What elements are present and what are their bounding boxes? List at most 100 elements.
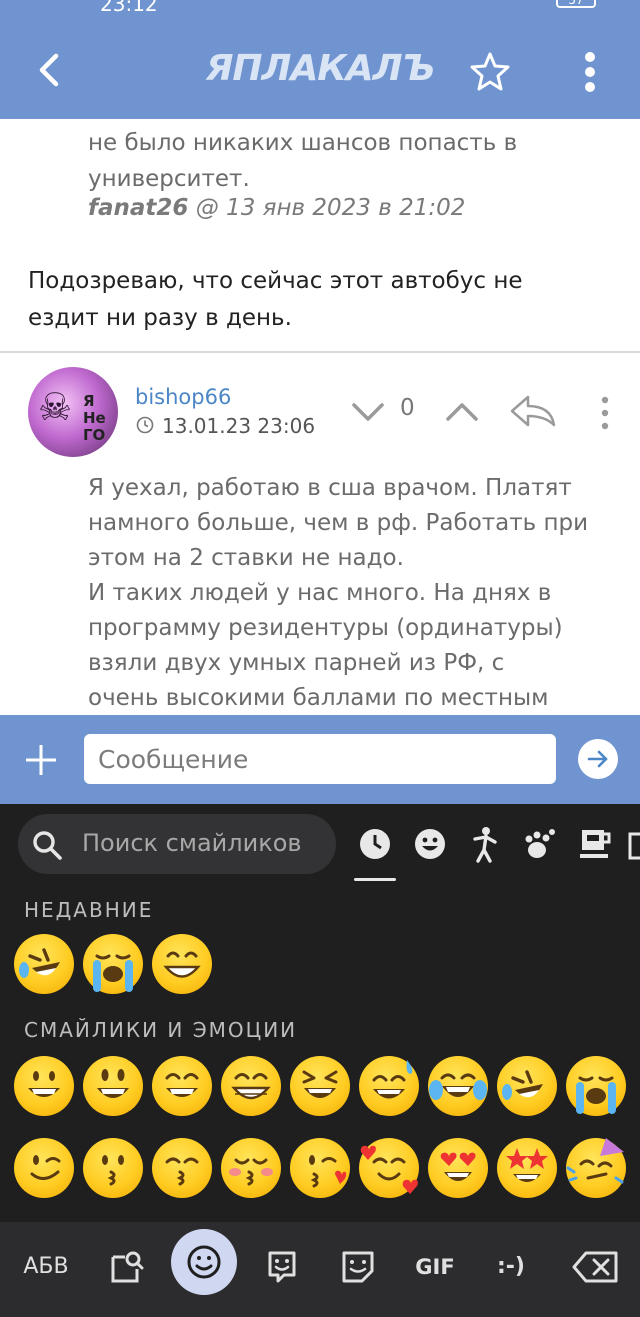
status-time: 23:12 [100,0,158,16]
emoji-kissing[interactable] [83,1138,143,1198]
post-username[interactable]: bishop66 [135,385,231,409]
overflow-menu-button[interactable] [572,48,608,96]
kissing-smiling-eyes-emoji-icon [165,1157,199,1186]
grinning-emoji-icon [28,1071,60,1097]
wink-emoji-icon [30,1155,61,1180]
laughing-emoji-icon [302,1070,338,1098]
category-recent[interactable] [355,824,395,864]
post-menu-button[interactable] [594,393,616,433]
emoji-kissing-smiling-eyes[interactable] [152,1138,212,1198]
emoji-search-placeholder: Поиск смайликов [82,829,302,857]
keyboard-toolbar: АБВ GIF:-) [0,1222,640,1317]
category-people[interactable] [465,824,505,864]
coffee-cup-icon [580,830,611,858]
vote-count: 0 [400,395,415,421]
emoji-heart-eyes[interactable] [428,1138,488,1198]
smiley-icon [415,829,445,859]
person-walking-icon [473,827,497,863]
message-composer [0,715,640,804]
avatar[interactable]: ☠ Я Не ГО [28,367,118,457]
chevron-up-icon [446,403,478,421]
emoji-smiley[interactable] [83,1056,143,1116]
sticker-search-button[interactable] [104,1242,150,1292]
category-food[interactable] [575,824,615,864]
star-struck-emoji-icon [506,1148,548,1182]
sob-emoji-icon [93,954,133,992]
app-header: ЯПЛАКАЛЪ [0,22,640,119]
attach-button[interactable] [22,741,60,779]
previous-reply-text: Подозреваю, что сейчас этот автобус не е… [28,268,523,331]
clock-icon [360,829,390,859]
emoji-partying[interactable] [566,1138,626,1198]
favorite-button[interactable] [468,50,512,94]
more-vertical-icon [585,52,595,92]
site-logo[interactable]: ЯПЛАКАЛЪ [195,48,445,92]
kissing-emoji-icon [102,1155,124,1186]
emoji-wink[interactable] [14,1138,74,1198]
search-icon [33,831,62,860]
post-timestamp: 13.01.23 23:06 [162,414,316,438]
emoji-smiling-hearts[interactable] [359,1138,419,1198]
smile-emoji-icon [165,1073,199,1097]
thread-content: не было никаких шансов попасть в универс… [0,119,640,715]
send-button[interactable] [578,739,618,779]
emoji-sob[interactable] [83,934,143,994]
more-vertical-icon [601,396,609,430]
status-bar: 23:12 57 [0,0,640,22]
emoji-laughing[interactable] [290,1056,350,1116]
message-input[interactable] [84,734,556,784]
post-divider [0,351,640,353]
emoji-grinning[interactable] [14,1056,74,1116]
gif-button[interactable]: GIF [408,1242,462,1292]
building-icon [628,832,640,860]
emoji-smile[interactable] [152,1056,212,1116]
emoji-beaming[interactable] [221,1056,281,1116]
emoji-kissing-closed-eyes[interactable] [221,1138,281,1198]
alphabet-keyboard-button[interactable]: АБВ [14,1242,78,1292]
quoted-text: не было никаких шансов попасть в универс… [88,130,518,192]
sticker-button[interactable] [338,1242,378,1292]
active-category-indicator [354,878,396,881]
quote-author[interactable]: fanat26 [88,195,188,221]
arrow-right-icon [587,750,608,768]
backspace-button[interactable] [568,1242,622,1292]
category-smileys[interactable] [410,824,450,864]
emoji-tab-icon [187,1245,221,1279]
kissing-heart-emoji-icon [309,1155,347,1188]
emoticon-button[interactable]: :-) [488,1242,534,1292]
emoji-star-struck[interactable] [497,1138,557,1198]
sweat-smile-emoji-icon [372,1060,413,1099]
kissing-closed-eyes-emoji-icon [229,1158,273,1186]
bitmoji-button[interactable] [262,1242,302,1292]
heart-eyes-emoji-icon [440,1152,476,1181]
reply-button[interactable] [508,393,558,429]
emoji-grin[interactable] [152,934,212,994]
chevron-left-icon [39,53,59,87]
post-body: Я уехал, работаю в сша врачом. Платят на… [88,475,589,711]
chevron-down-icon [352,403,384,421]
vote-up-button[interactable] [442,397,482,427]
emoji-joy[interactable] [428,1056,488,1116]
quote-date: @ 13 янв 2023 в 21:02 [188,195,466,221]
back-button[interactable] [30,48,70,92]
vote-down-button[interactable] [348,397,388,427]
emoji-rofl[interactable] [14,934,74,994]
emoji-sweat-smile[interactable] [359,1056,419,1116]
recent-heading: НЕДАВНИЕ [24,898,154,922]
emoji-search-field[interactable]: Поиск смайликов [18,814,336,874]
category-more[interactable] [628,824,640,864]
emoji-keyboard: Поиск смайликов НЕДАВНИЕ СМАЙЛИКИ И ЭМОЦ… [0,804,640,1317]
partying-emoji-icon [566,1138,624,1184]
reply-arrow-icon [510,395,556,427]
emoji-kissing-heart[interactable] [290,1138,350,1198]
category-activities[interactable] [520,824,560,864]
backspace-icon [572,1251,618,1283]
emoji-rofl-2[interactable] [497,1056,557,1116]
emoji-tab-button[interactable] [171,1229,237,1295]
clock-icon [136,416,154,434]
quote-author-line: fanat26 @ 13 янв 2023 в 21:02 [88,195,465,221]
smiley-emoji-icon [97,1069,129,1098]
grin-emoji-icon [163,951,201,978]
emoji-sob-2[interactable] [566,1056,626,1116]
sob-emoji-icon [576,1076,616,1114]
